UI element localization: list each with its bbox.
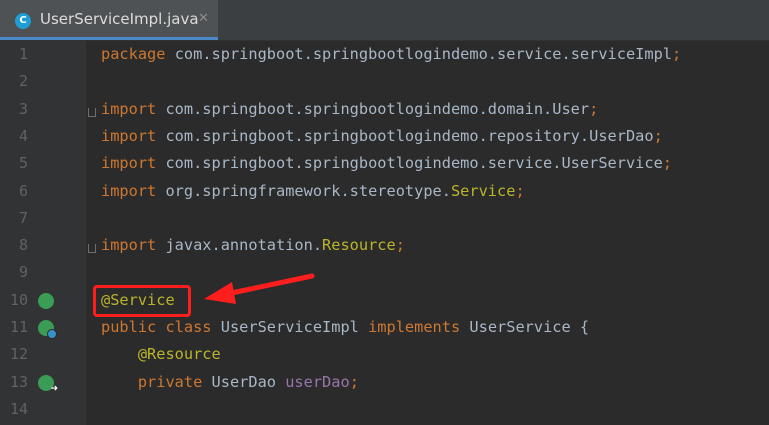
java-class-icon: C bbox=[15, 13, 31, 29]
tab-title: UserServiceImpl.java bbox=[40, 10, 199, 28]
code-editor[interactable]: 1 package com.springboot.springbootlogind… bbox=[0, 41, 769, 425]
editor-tab-bar: C UserServiceImpl.java ✕ bbox=[0, 0, 769, 41]
tab-userserviceimpl[interactable]: C UserServiceImpl.java ✕ bbox=[0, 0, 218, 40]
annotation-arrow bbox=[204, 273, 315, 304]
close-icon[interactable]: ✕ bbox=[198, 11, 209, 26]
